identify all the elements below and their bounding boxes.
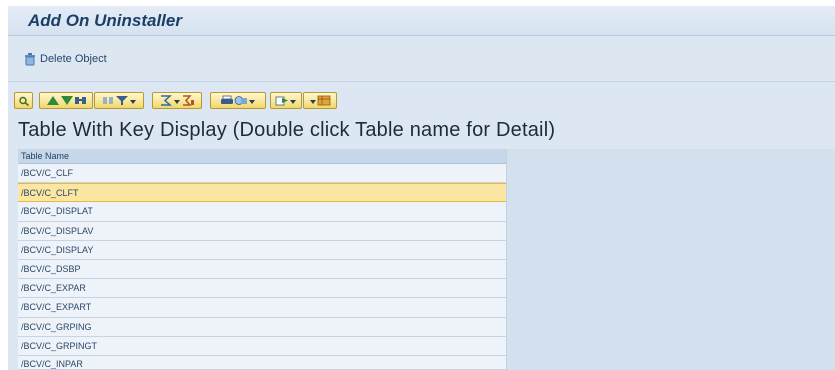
layout-icon[interactable] [317, 95, 331, 106]
table-row[interactable]: /BCV/C_CLF [18, 164, 506, 184]
page-heading: Table With Key Display (Double click Tab… [18, 119, 556, 141]
print-view-group [210, 92, 266, 109]
table-row[interactable]: /BCV/C_EXPAR [18, 279, 506, 299]
chevron-down-icon[interactable] [309, 95, 317, 106]
trash-icon [23, 52, 37, 66]
sort-descending-icon[interactable] [60, 95, 74, 106]
application-toolbar: Delete Object [8, 37, 835, 82]
alv-toolbar [8, 86, 835, 114]
table-row-selected[interactable]: /BCV/C_CLFT [18, 183, 506, 203]
subtotal-icon[interactable] [181, 95, 195, 106]
find-next-icon[interactable] [102, 95, 115, 106]
chevron-down-icon[interactable] [173, 95, 181, 106]
table-row[interactable]: /BCV/C_GRPINGT [18, 336, 506, 356]
chevron-down-icon[interactable] [289, 95, 297, 106]
window-title: Add On Uninstaller [28, 11, 182, 30]
table-row[interactable]: /BCV/C_DISPLAV [18, 221, 506, 241]
export-icon[interactable] [275, 95, 289, 106]
print-icon[interactable] [220, 95, 234, 106]
table-grid: Table Name /BCV/C_CLF /BCV/C_CLFT /BCV/C… [18, 149, 506, 370]
table-row[interactable]: /BCV/C_INPAR [18, 355, 506, 370]
layout-group [303, 92, 337, 109]
sort-ascending-icon[interactable] [46, 95, 60, 106]
title-bar: Add On Uninstaller [8, 6, 835, 36]
find-icon[interactable] [74, 95, 87, 106]
filter-icon[interactable] [115, 95, 129, 106]
sort-group [39, 92, 93, 109]
sum-group [152, 92, 202, 109]
empty-grid-area [506, 149, 835, 370]
table-row[interactable]: /BCV/C_DISPLAT [18, 202, 506, 222]
views-icon[interactable] [234, 95, 248, 106]
delete-object-label: Delete Object [40, 53, 107, 65]
table-row[interactable]: /BCV/C_DSBP [18, 259, 506, 280]
details-icon[interactable] [14, 92, 33, 109]
column-header-table-name[interactable]: Table Name [18, 149, 506, 164]
delete-object-button[interactable]: Delete Object [23, 50, 107, 68]
chevron-down-icon[interactable] [129, 95, 137, 106]
sum-icon[interactable] [159, 95, 173, 106]
table-row[interactable]: /BCV/C_EXPART [18, 298, 506, 318]
find-filter-group [94, 92, 144, 109]
table-row[interactable]: /BCV/C_DISPLAY [18, 240, 506, 260]
sap-window: Add On Uninstaller Delete Object Table W… [8, 6, 835, 370]
table-row[interactable]: /BCV/C_GRPING [18, 317, 506, 337]
export-group [270, 92, 302, 109]
chevron-down-icon[interactable] [248, 95, 256, 106]
